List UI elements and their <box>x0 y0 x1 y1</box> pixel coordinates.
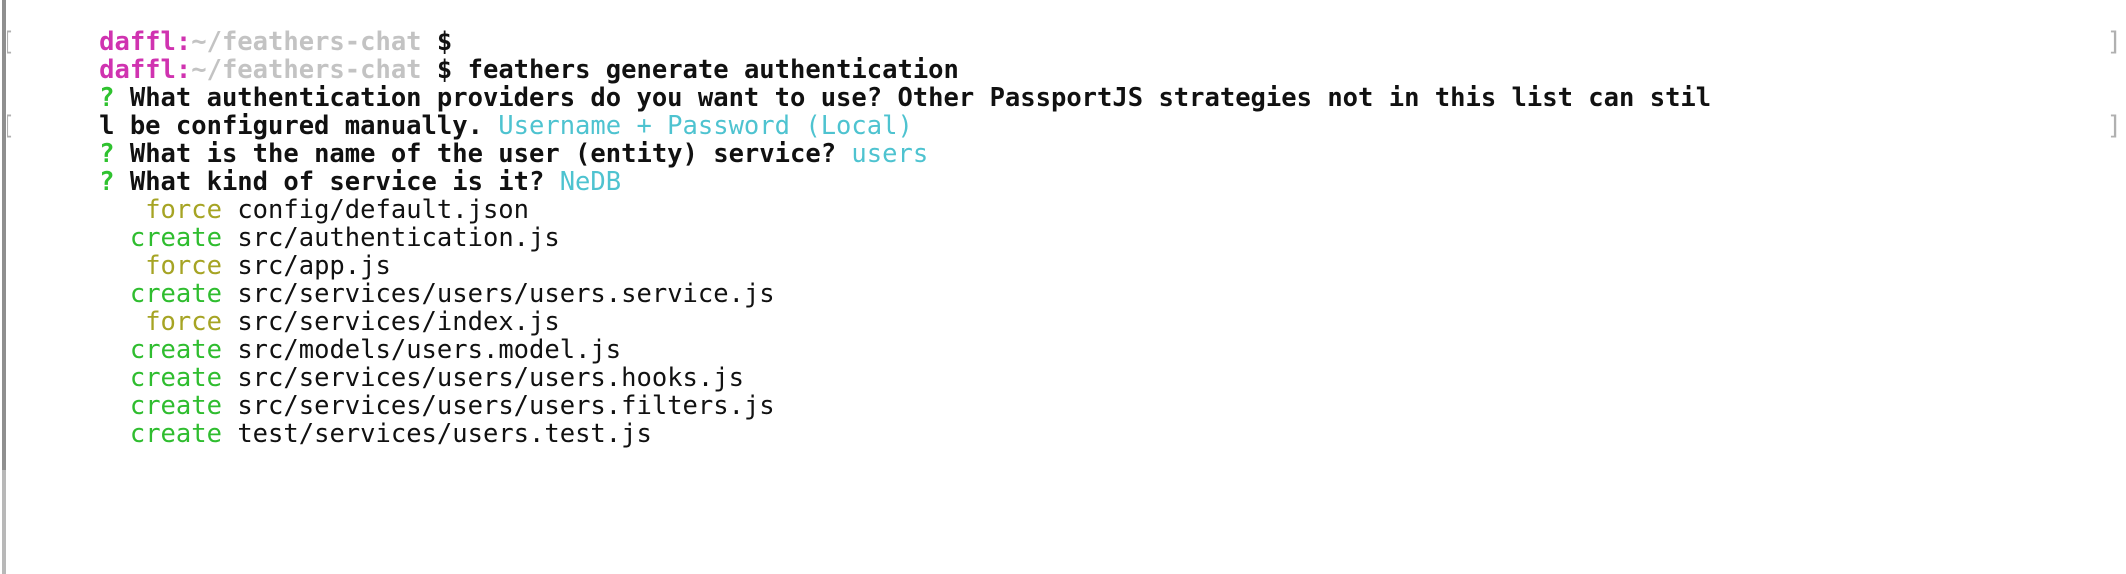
terminal-line-command: [daffl:~/feathers-chat $ feathers genera… <box>7 27 2126 84</box>
terminal-scrollbar[interactable] <box>0 0 7 574</box>
terminal-line-file: force src/services/index.js <box>7 280 2126 336</box>
scrollbar-thumb[interactable] <box>2 0 6 470</box>
wrap-bracket-left-icon: [ <box>7 28 15 56</box>
wrap-bracket-left-icon: [ <box>7 112 15 140</box>
terminal-window: daffl:~/feathers-chat $ [daffl:~/feather… <box>0 0 2126 574</box>
terminal-line-question: ? What kind of service is it? NeDB <box>7 140 2126 196</box>
terminal-line-file: create src/models/users.model.js <box>7 308 2126 364</box>
terminal-line-file: create src/services/users/users.filters.… <box>7 364 2126 420</box>
terminal-line-prompt: daffl:~/feathers-chat $ <box>7 0 2126 56</box>
terminal-line-file: create src/authentication.js <box>7 196 2126 252</box>
wrap-bracket-right-icon: ] <box>2106 111 2122 141</box>
terminal-line-question-wrap: l be configured manually. Username + Pas… <box>7 84 2126 140</box>
terminal-line-file: create src/services/users/users.hooks.js <box>7 336 2126 392</box>
file-action-create: create <box>129 419 222 449</box>
terminal-line-question: ? What authentication providers do you w… <box>7 56 2126 112</box>
terminal-line-file: force src/app.js <box>7 224 2126 280</box>
file-path: test/services/users.test.js <box>237 419 652 449</box>
wrap-bracket-right-icon: ] <box>2106 27 2122 57</box>
terminal-screen[interactable]: daffl:~/feathers-chat $ [daffl:~/feather… <box>7 0 2126 574</box>
terminal-line-file: create src/services/users/users.service.… <box>7 252 2126 308</box>
terminal-line-file: create test/services/users.test.js <box>7 392 2126 448</box>
terminal-line-question: [? What is the name of the user (entity)… <box>7 111 2126 168</box>
terminal-line-file: force config/default.json <box>7 168 2126 224</box>
